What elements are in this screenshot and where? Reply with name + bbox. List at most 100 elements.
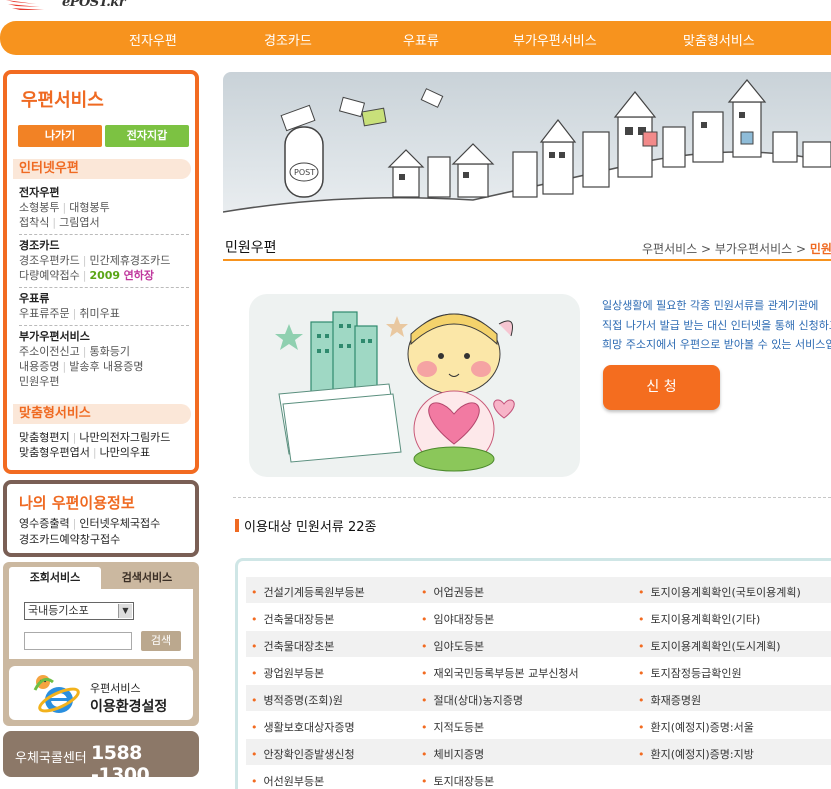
link-my-e-card[interactable]: 나만의전자그림카드 (79, 431, 170, 444)
env-settings-link[interactable]: 우편서비스 이용환경설정 (9, 666, 193, 720)
apply-button[interactable]: 신 청 (603, 365, 720, 410)
link-custom-letter[interactable]: 맞춤형편지 (19, 431, 70, 444)
breadcrumb-current: 민원우편 (809, 242, 831, 256)
list-item[interactable]: 토지대장등본 (421, 773, 495, 789)
list-item[interactable]: 건설기계등록원부등본 (251, 584, 365, 600)
breadcrumb-postal[interactable]: 우편서비스 (642, 242, 697, 256)
link-internet-post-office[interactable]: 인터넷우체국접수 (79, 517, 160, 530)
group-title[interactable]: 전자우편 (19, 186, 187, 200)
internet-post-header[interactable]: 인터넷우편 (13, 159, 191, 179)
group-title[interactable]: 경조카드 (19, 239, 187, 253)
env-label-line1: 우편서비스 (90, 682, 141, 695)
description-line3: 희망 주소지에서 우편으로 받아볼 수 있는 서비스입니다 (602, 338, 831, 351)
document-list: 건설기계등록원부등본 건축물대장등본 건축물대장초본 광업원부등본 병적증명(조… (235, 558, 831, 789)
link-content-certification[interactable]: 내용증명 (19, 360, 59, 373)
page-title: 민원우편 (225, 240, 277, 256)
list-item[interactable]: 환지(예정지)증명:서울 (638, 719, 754, 735)
list-item[interactable]: 생활보호대상자증명 (251, 719, 355, 735)
group-e-mail: 전자우편 소형봉투 | 대형봉투 접착식 | 그림엽서 (19, 186, 187, 230)
link-card-counter[interactable]: 경조카드예약창구접수 (19, 533, 120, 546)
link-new-year-card[interactable]: 연하장 (124, 269, 154, 282)
link-civil-post[interactable]: 민원우편 (19, 375, 59, 388)
service-select[interactable]: 국내등기소포 ▼ (24, 602, 134, 620)
list-item[interactable]: 절대(상대)농지증명 (421, 692, 524, 708)
nav-extra-service[interactable]: 부가우편서비스 (513, 30, 597, 49)
list-item[interactable]: 환지(예정지)증명:지방 (638, 746, 754, 762)
link-stamp-order[interactable]: 우표류주문 (19, 307, 70, 320)
list-item[interactable]: 토지이용계획확인(기타) (638, 611, 761, 627)
link-large-envelope[interactable]: 대형봉투 (69, 201, 109, 214)
e-wallet-button[interactable]: 전자지갑 (105, 125, 189, 147)
list-item[interactable]: 어업권등본 (421, 584, 485, 600)
title-bar-icon (235, 519, 239, 532)
nav-custom-service[interactable]: 맞춤형서비스 (683, 30, 755, 49)
list-item[interactable]: 어선원부등본 (251, 773, 325, 789)
link-bulk-reservation[interactable]: 다량예약접수 (19, 269, 80, 282)
call-center-label: 우체국콜센터 (15, 751, 87, 766)
list-item[interactable]: 임야도등본 (421, 638, 485, 654)
logo-wing-icon (6, 0, 44, 10)
header-banner-illustration: POST (223, 72, 831, 234)
list-item[interactable]: 화재증명원 (638, 692, 702, 708)
my-info-title[interactable]: 나의 우편이용정보 (19, 492, 135, 513)
tab-search[interactable]: 검색서비스 (101, 567, 193, 589)
menu-title: 우편서비스 (21, 90, 104, 111)
link-hobby-stamp[interactable]: 취미우표 (79, 307, 119, 320)
list-item[interactable]: 안장확인증발생신청 (251, 746, 355, 762)
nav-card[interactable]: 경조카드 (264, 30, 312, 49)
description-line2: 직접 나가서 발급 받는 대신 인터넷을 통해 신청하고 (602, 319, 831, 332)
my-postal-info: 나의 우편이용정보 영수증출력 | 인터넷우체국접수 경조카드예약창구접수 (3, 480, 199, 557)
call-center-number: 1588 -1300 (91, 742, 150, 786)
call-center-banner[interactable]: 우체국콜센터 1588 -1300 (3, 731, 199, 786)
group-custom: 맞춤형편지 | 나만의전자그림카드 맞춤형우편엽서 | 나만의우표 (19, 431, 171, 459)
env-label-line2: 이용환경설정 (90, 699, 168, 715)
link-card-postal[interactable]: 경조우편카드 (19, 254, 80, 267)
divider (19, 234, 189, 235)
girl-with-heart-illustration (275, 311, 515, 472)
nav-stamp[interactable]: 우표류 (403, 30, 439, 49)
link-receipt-print[interactable]: 영수증출력 (19, 517, 70, 530)
link-my-stamp[interactable]: 나만의우표 (100, 446, 151, 459)
divider (19, 287, 189, 288)
breadcrumb: 우편서비스 > 부가우편서비스 > 민원우편 (642, 240, 831, 257)
list-item[interactable]: 임야대장등본 (421, 611, 495, 627)
title-underline (223, 259, 831, 261)
custom-service-header[interactable]: 맞춤형서비스 (13, 404, 191, 424)
group-title[interactable]: 부가우편서비스 (19, 330, 187, 344)
list-item[interactable]: 병적증명(조회)원 (251, 692, 343, 708)
exit-button[interactable]: 나가기 (18, 125, 102, 147)
list-item[interactable]: 지적도등본 (421, 719, 485, 735)
select-value: 국내등기소포 (28, 604, 89, 617)
list-item[interactable]: 광업원부등본 (251, 665, 325, 681)
list-item[interactable]: 체비지증명 (421, 746, 485, 762)
link-post-send-certification[interactable]: 발송후 내용증명 (69, 360, 143, 373)
link-address-change[interactable]: 주소이전신고 (19, 345, 80, 358)
epost-logo[interactable]: ePOST.kr (6, 0, 126, 12)
list-item[interactable]: 토지이용계획확인(국토이용계획) (638, 584, 801, 600)
chevron-down-icon[interactable]: ▼ (118, 604, 132, 618)
logo-text: ePOST.kr (62, 0, 126, 10)
tab-lookup[interactable]: 조회서비스 (9, 567, 101, 589)
list-item[interactable]: 재외국민등록부등본 교부신청서 (421, 665, 579, 681)
link-small-envelope[interactable]: 소형봉투 (19, 201, 59, 214)
link-year[interactable]: 2009 (89, 269, 120, 282)
link-partner-card[interactable]: 민간제휴경조카드 (89, 254, 170, 267)
town-illustration: POST (223, 79, 831, 234)
breadcrumb-extra[interactable]: 부가우편서비스 (715, 242, 792, 256)
nav-e-mail[interactable]: 전자우편 (129, 30, 177, 49)
link-currency-registered[interactable]: 통화등기 (89, 345, 129, 358)
link-postcard[interactable]: 그림엽서 (59, 216, 99, 229)
divider (19, 325, 189, 326)
svg-text:POST: POST (294, 168, 315, 177)
group-title[interactable]: 우표류 (19, 292, 187, 306)
link-adhesive[interactable]: 접착식 (19, 216, 49, 229)
list-item[interactable]: 토지이용계획확인(도시계획) (638, 638, 781, 654)
search-input[interactable] (24, 632, 132, 650)
postal-service-menu: 우편서비스 나가기 전자지갑 인터넷우편 전자우편 소형봉투 | 대형봉투 접착식 |… (3, 70, 199, 474)
search-service-box: 조회서비스 검색서비스 국내등기소포 ▼ 검색 우편서비스 이용환경설정 (3, 562, 199, 726)
search-button[interactable]: 검색 (141, 631, 181, 651)
list-item[interactable]: 건축물대장초본 (251, 638, 335, 654)
list-item[interactable]: 토지잠정등급확인원 (638, 665, 742, 681)
list-item[interactable]: 건축물대장등본 (251, 611, 335, 627)
link-custom-postcard[interactable]: 맞춤형우편엽서 (19, 446, 90, 459)
